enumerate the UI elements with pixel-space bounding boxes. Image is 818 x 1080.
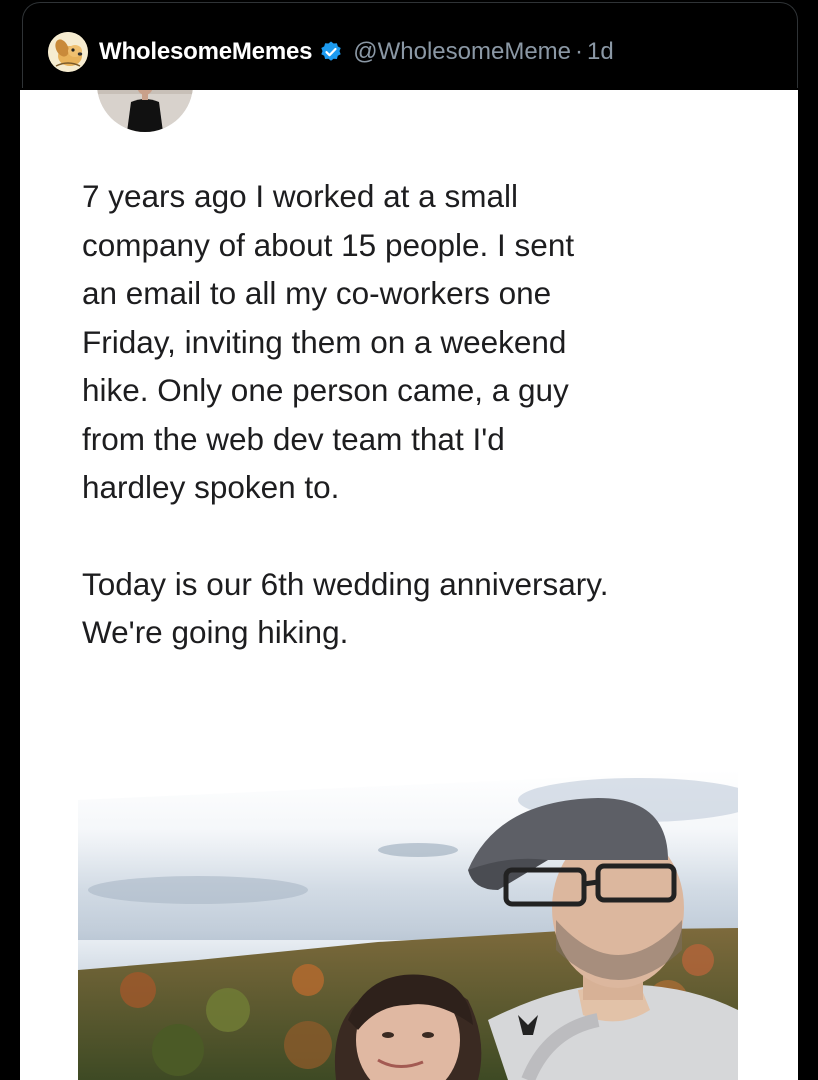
- post-line: 7 years ago I worked at a small: [82, 178, 518, 214]
- separator-dot: ·: [575, 38, 584, 65]
- timestamp[interactable]: 1d: [587, 38, 614, 66]
- post-line: hike. Only one person came, a guy: [82, 372, 569, 408]
- person-avatar-image: [97, 90, 193, 132]
- post-line: We're going hiking.: [82, 614, 349, 650]
- verified-badge-icon: [319, 40, 343, 64]
- post-line: company of about 15 people. I sent: [82, 226, 575, 263]
- post-text: 7 years ago I worked at a small company …: [82, 172, 772, 657]
- handle[interactable]: @WholesomeMeme: [353, 38, 571, 66]
- hiking-selfie-image: [78, 680, 738, 1080]
- post-author-avatar[interactable]: [97, 90, 193, 132]
- tweet-header: WholesomeMemes @WholesomeMeme · 1d: [0, 0, 818, 92]
- post-card: 7 years ago I worked at a small company …: [20, 90, 798, 1080]
- post-photo[interactable]: [78, 680, 738, 1080]
- post-line: from the web dev team that I'd: [82, 420, 505, 457]
- post-line: an email to all my co-workers one: [82, 275, 552, 311]
- post-line: Friday, inviting them on a weekend: [82, 323, 567, 360]
- post-line: Today is our 6th wedding anniversary.: [82, 565, 609, 602]
- display-name[interactable]: WholesomeMemes: [99, 38, 312, 66]
- post-line: hardley spoken to.: [82, 469, 340, 505]
- dog-avatar-icon: [48, 32, 88, 72]
- author-row: WholesomeMemes @WholesomeMeme · 1d: [99, 34, 614, 70]
- account-avatar[interactable]: [48, 32, 88, 72]
